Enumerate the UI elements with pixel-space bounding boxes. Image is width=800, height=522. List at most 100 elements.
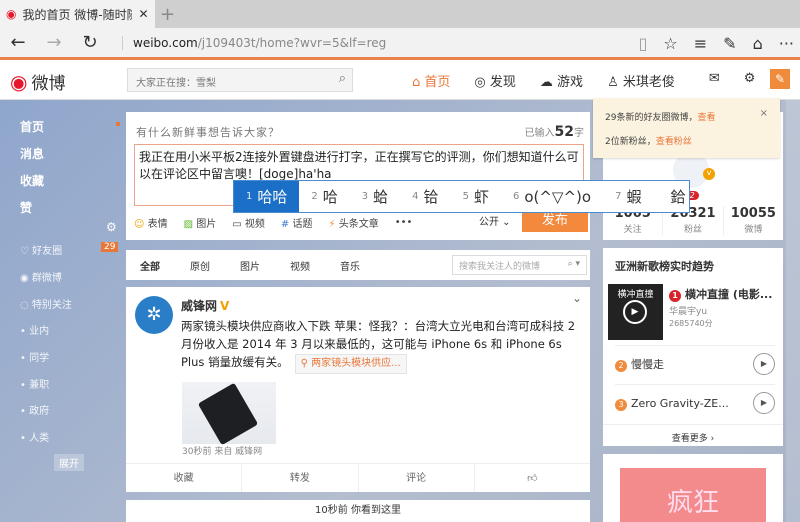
stat-weibo[interactable]: 10055 微博 — [724, 206, 783, 235]
tab-images[interactable]: 图片 — [240, 258, 260, 273]
see-more-link[interactable]: 查看更多 › — [603, 424, 783, 444]
sidebar-item-messages[interactable]: 消息 — [20, 145, 44, 162]
ad-card: 疯狂 — [603, 454, 783, 522]
visibility-select[interactable]: 公开 ⌄ — [479, 213, 511, 228]
share-icon[interactable]: ⌂ — [753, 34, 763, 53]
ime-candidate-bar: 1 哈哈 2哈 3蛤 4铪 5虾 6 o(^▽^)o 7蝦 鉿 — [233, 180, 690, 213]
article-button[interactable]: ⚡ 头条文章 — [328, 215, 378, 230]
sidebar-item-group-weibo[interactable]: ◉ 群微博 — [20, 269, 62, 284]
ad-image[interactable]: 疯狂 — [620, 468, 766, 522]
new-tab-icon[interactable]: + — [160, 4, 175, 25]
publish-button[interactable]: 发布 — [522, 210, 588, 232]
tab-original[interactable]: 原创 — [190, 258, 210, 273]
song-item[interactable]: 2 慢慢走 ▶ — [615, 345, 775, 383]
hub-icon[interactable]: ≡ — [694, 34, 707, 53]
play-icon[interactable]: ▶ — [623, 300, 647, 324]
url-field[interactable]: weibo.com/j109403t/home?wvr=5&lf=reg — [122, 35, 387, 50]
sidebar-list-item[interactable]: • 政府 — [20, 402, 49, 417]
web-note-icon[interactable]: ✎ — [723, 34, 736, 53]
more-tools-button[interactable]: ••• — [395, 217, 413, 228]
song-item[interactable]: 3 Zero Gravity-ZE... ▶ — [615, 384, 775, 422]
play-icon[interactable]: ▶ — [753, 392, 775, 414]
topic-button[interactable]: # 话题 — [281, 215, 313, 230]
feed-tabs: 全部 原创 图片 视频 音乐 搜索我关注人的微博 ⌕ ▾ — [126, 250, 590, 280]
post-link[interactable]: ⚲ 两家镜头模块供应... — [294, 354, 407, 374]
nav-discover[interactable]: ◎ 发现 — [474, 71, 516, 90]
post-meta[interactable]: 30秒前 来自 威锋网 — [182, 444, 262, 457]
view-link[interactable]: 查看 — [697, 113, 715, 123]
sidebar-item-likes[interactable]: 赞 — [20, 199, 32, 216]
sidebar-item-favorites[interactable]: 收藏 — [20, 172, 44, 189]
feed-post: ✲ 威锋网 V ⌄ 两家镜头模块供应商收入下跌 苹果：怪我？：台湾大立光电和台湾可… — [126, 287, 590, 492]
search-icon[interactable]: ⌕ — [339, 71, 346, 86]
seen-marker[interactable]: 10秒前 你看到这里 — [126, 500, 590, 522]
ime-candidate[interactable]: 2哈 — [299, 181, 349, 212]
tab-title: 我的首页 微博-随时随地 — [22, 7, 132, 22]
sidebar-list-item[interactable]: • 人类 — [20, 429, 49, 444]
ime-candidate[interactable]: 7蝦 — [603, 181, 653, 212]
ime-candidate[interactable]: 鉿 — [653, 181, 697, 212]
image-button[interactable]: ▨ 图片 — [184, 215, 217, 230]
ime-candidate[interactable]: 4铪 — [400, 181, 450, 212]
close-tab-icon[interactable]: ✕ — [138, 7, 148, 21]
ime-candidate[interactable]: 6 o(^▽^)o — [501, 181, 603, 212]
chevron-down-icon[interactable]: ⌄ — [572, 291, 582, 305]
sidebar-list-item[interactable]: • 同学 — [20, 349, 49, 364]
composer-prompt: 有什么新鲜事想告诉大家？ — [136, 126, 280, 139]
video-button[interactable]: ▭ 视频 — [232, 215, 265, 230]
song-artist[interactable]: 华晨宇yu — [669, 304, 707, 317]
song-score: 2685740分 — [669, 319, 713, 328]
tab-all[interactable]: 全部 — [140, 258, 160, 273]
address-bar: ← → ↻ weibo.com/j109403t/home?wvr=5&lf=r… — [0, 28, 800, 60]
forward-icon[interactable]: → — [36, 32, 72, 53]
tab-music[interactable]: 音乐 — [340, 258, 360, 273]
ime-candidate[interactable]: 3蛤 — [350, 181, 400, 212]
tab-videos[interactable]: 视频 — [290, 258, 310, 273]
repost-button[interactable]: 转发 — [242, 464, 359, 492]
view-fans-link[interactable]: 查看粉丝 — [656, 137, 692, 147]
favorite-star-icon[interactable]: ☆ — [663, 34, 677, 53]
emoji-button[interactable]: ☺ 表情 — [134, 215, 168, 230]
reading-view-icon[interactable]: ▯ — [639, 34, 648, 53]
ime-candidate[interactable]: 5虾 — [451, 181, 501, 212]
back-icon[interactable]: ← — [0, 32, 36, 53]
scrollbar[interactable] — [786, 100, 800, 522]
sidebar-list-item[interactable]: • 兼职 — [20, 376, 49, 391]
ime-candidate[interactable]: 1 哈哈 — [234, 181, 300, 212]
sidebar: 首页 消息 收藏 赞 ⚙ ♡ 好友圈 29 ◉ 群微博 ◌ 特别关注 • 业内 … — [0, 100, 122, 522]
search-placeholder: 大家正在搜：雪梨 — [136, 78, 216, 89]
nav-home[interactable]: ⌂ 首页 — [412, 71, 450, 90]
weibo-logo[interactable]: ◉ 微博 — [10, 69, 65, 95]
search-input[interactable]: 大家正在搜：雪梨 ⌕ — [127, 68, 353, 92]
sidebar-gear-icon[interactable]: ⚙ — [106, 220, 117, 234]
weibo-header: ◉ 微博 大家正在搜：雪梨 ⌕ ⌂ 首页 ◎ 发现 ☁ 游戏 ♙ 米琪老俊 ✉ ⚙ … — [0, 61, 800, 100]
favorite-button[interactable]: 收藏 — [126, 464, 243, 492]
post-text: 两家镜头模块供应商收入下跌 苹果：怪我？：台湾大立光电和台湾可成科技 2 月份收… — [181, 317, 581, 374]
search-icon[interactable]: ⌕ ▾ — [568, 259, 580, 269]
album-cover[interactable]: 横冲直撞 ▶ — [608, 284, 663, 340]
post-author[interactable]: 威锋网 V — [181, 297, 229, 314]
browser-tab[interactable]: ◉ 我的首页 微博-随时随地 ✕ — [0, 0, 155, 28]
sidebar-item-special-follow[interactable]: ◌ 特别关注 — [20, 296, 72, 311]
sidebar-item-friends-circle[interactable]: ♡ 好友圈 — [20, 242, 62, 257]
nav-profile[interactable]: ♙ 米琪老俊 — [607, 71, 675, 90]
url-path: /j109403t/home?wvr=5&lf=reg — [197, 35, 387, 50]
verified-icon: v — [703, 168, 715, 180]
gear-icon[interactable]: ⚙ — [744, 71, 756, 90]
comment-button[interactable]: 评论 — [359, 464, 475, 492]
nav-games[interactable]: ☁ 游戏 — [540, 71, 583, 90]
mail-icon[interactable]: ✉ — [709, 71, 720, 90]
feed-search-input[interactable]: 搜索我关注人的微博 ⌕ ▾ — [452, 255, 587, 275]
avatar[interactable]: ✲ — [135, 296, 173, 334]
refresh-icon[interactable]: ↻ — [72, 32, 108, 53]
sidebar-list-item[interactable]: • 业内 — [20, 322, 49, 337]
compose-icon[interactable]: ✎ — [770, 69, 790, 89]
like-icon[interactable]: 👍︎ — [475, 464, 590, 492]
post-image[interactable] — [182, 382, 276, 446]
sidebar-item-home[interactable]: 首页 — [20, 118, 44, 135]
close-icon[interactable]: × — [760, 108, 768, 119]
expand-button[interactable]: 展开 — [54, 454, 84, 471]
play-icon[interactable]: ▶ — [753, 353, 775, 375]
song-item[interactable]: 1 横冲直撞 (电影... — [669, 286, 772, 302]
more-icon[interactable]: ··· — [779, 34, 794, 53]
